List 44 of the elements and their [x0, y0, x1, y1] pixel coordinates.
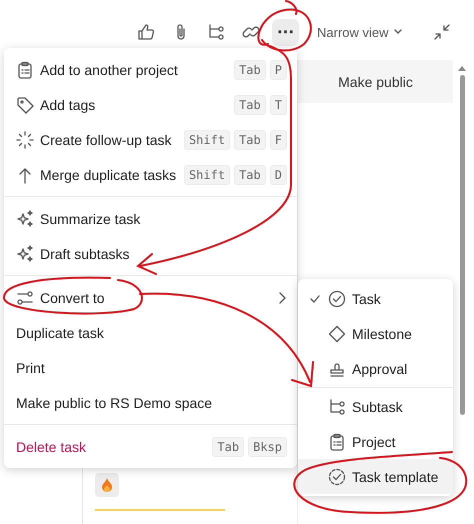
shortcut-key: D [270, 164, 287, 184]
menu-item[interactable]: Convert to [4, 280, 297, 315]
shortcut-key: P [270, 60, 287, 80]
clipboard-icon [16, 60, 34, 78]
make-public-button[interactable]: Make public [298, 60, 453, 103]
flame-icon[interactable] [95, 473, 119, 497]
shortcut-key: F [270, 130, 287, 150]
shortcut-key: Tab [212, 436, 244, 456]
shortcut-key: Tab [234, 94, 266, 114]
check-circle-icon [328, 290, 346, 308]
shortcut-key: Tab [234, 60, 266, 80]
menu-item[interactable]: Add to another project Tab P [4, 52, 297, 87]
menu-item[interactable]: Draft subtasks [4, 236, 297, 271]
submenu-item[interactable]: Subtask [298, 389, 453, 424]
submenu-item[interactable]: Approval [298, 351, 453, 386]
menu-item[interactable]: Add tags Tab T [4, 87, 297, 122]
convert-icon [16, 288, 34, 306]
shortcut-key: Shift [184, 130, 230, 150]
shortcut-key: T [270, 94, 287, 114]
more-button[interactable]: ··· [272, 18, 299, 46]
menu-item[interactable]: Delete task Tab Bksp [4, 429, 297, 464]
caret-icon [392, 28, 403, 36]
menu-item[interactable]: Merge duplicate tasks Shift Tab D [4, 157, 297, 192]
shortcut-key: Tab [234, 164, 266, 184]
submenu-item[interactable]: Task [298, 281, 453, 316]
sparkle-icon [16, 210, 34, 228]
submenu-item[interactable]: Milestone [298, 316, 453, 351]
menu-item[interactable]: Create follow-up task Shift Tab F [4, 122, 297, 157]
menu-item[interactable]: Summarize task [4, 201, 297, 236]
submenu-item[interactable]: Project [298, 424, 453, 459]
menu-item[interactable]: Make public to RS Demo space [4, 385, 297, 420]
menu-item[interactable]: Print [4, 350, 297, 385]
shortcut-key: Tab [234, 130, 266, 150]
diamond-icon [328, 324, 346, 342]
sparkle-icon [16, 244, 34, 262]
tag-icon [16, 96, 34, 114]
clipboard-icon [328, 432, 346, 450]
view-dropdown[interactable]: Narrow view [317, 24, 403, 40]
dashed-check-circle-icon [328, 468, 346, 486]
submenu-item[interactable]: Task template [298, 459, 453, 494]
shortcut-key: Shift [184, 164, 230, 184]
menu-item[interactable]: Duplicate task [4, 315, 297, 350]
shortcut-key: Bksp [248, 436, 287, 456]
subtask-icon [328, 398, 346, 416]
